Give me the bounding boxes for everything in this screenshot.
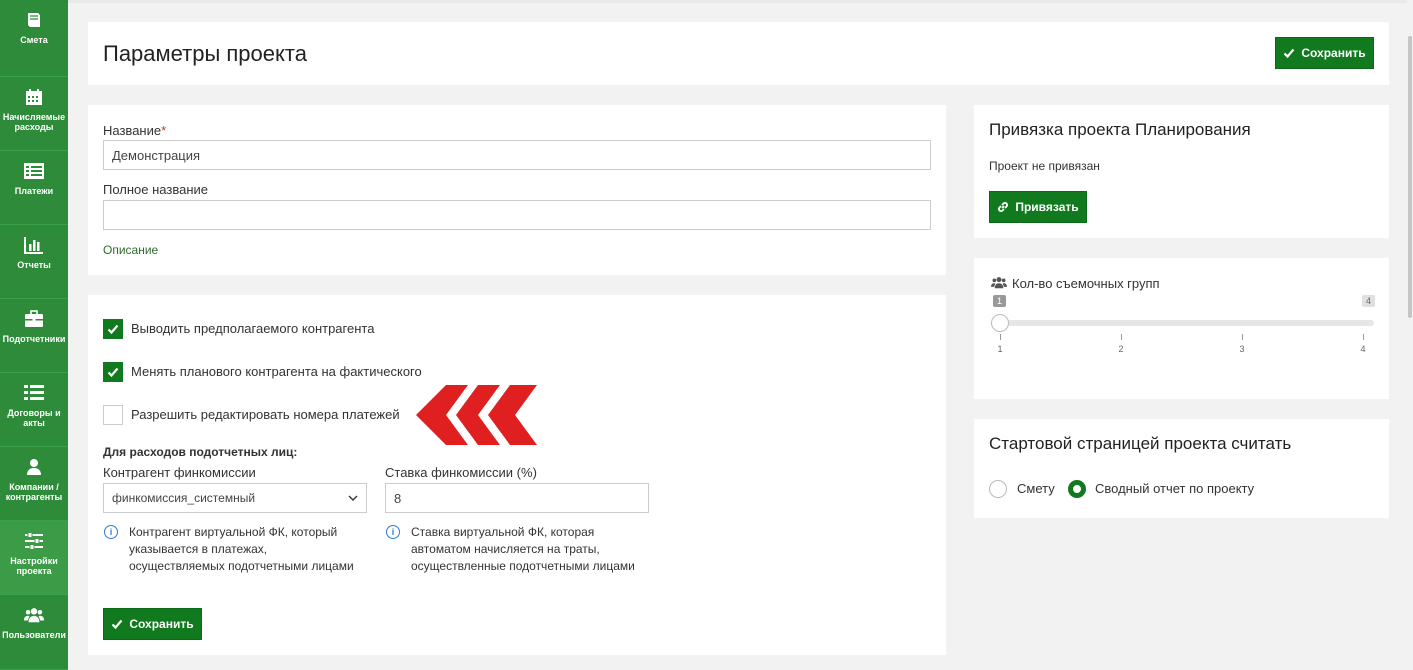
bind-button-label: Привязать <box>1015 200 1079 214</box>
chevron-down-icon <box>348 495 358 501</box>
checkbox-replace-planned-counterparty[interactable] <box>103 362 123 382</box>
sidebar-item-users[interactable]: Пользователи <box>0 595 68 670</box>
counterparty-label: Контрагент финкомиссии <box>103 465 256 480</box>
full-name-input[interactable] <box>103 200 931 230</box>
checkbox-label: Выводить предполагаемого контрагента <box>131 321 375 336</box>
start-page-title: Стартовой страницей проекта считать <box>989 434 1292 453</box>
counterparty-select-value: финкомиссия_системный <box>112 491 256 505</box>
sliders-icon <box>24 531 44 551</box>
list-icon <box>24 383 44 403</box>
description-link[interactable]: Описание <box>103 243 158 257</box>
sidebar-item-label: Настройки проекта <box>10 556 58 576</box>
crews-slider-handle[interactable] <box>991 314 1009 332</box>
rate-label: Ставка финкомиссии (%) <box>385 465 537 480</box>
sidebar-item-label: Отчеты <box>17 260 51 270</box>
sidebar-item-label: Договоры и акты <box>7 408 61 428</box>
check-icon <box>1284 48 1295 59</box>
radio-estimate[interactable] <box>989 480 1007 498</box>
user-icon <box>24 457 44 477</box>
save-button-label: Сохранить <box>1301 46 1366 60</box>
sidebar-item-contracts[interactable]: Договоры и акты <box>0 373 68 447</box>
page-scrollbar[interactable] <box>1407 0 1413 670</box>
sidebar-item-project-settings[interactable]: Настройки проекта <box>0 521 68 595</box>
annotation-arrow-icon <box>416 385 537 445</box>
users-icon <box>24 605 44 625</box>
radio-label: Сводный отчет по проекту <box>1095 481 1255 496</box>
rate-input[interactable]: 8 <box>385 483 649 513</box>
slider-max-badge: 4 <box>1362 295 1376 307</box>
briefcase-icon <box>24 309 44 329</box>
save-button-top[interactable]: Сохранить <box>1275 37 1374 69</box>
name-input[interactable]: Демонстрация <box>103 140 931 170</box>
list-card-icon <box>24 161 44 181</box>
slider-tick <box>1121 334 1122 340</box>
sidebar-item-label: Пользователи <box>2 630 66 640</box>
crews-card: Кол-во съемочных групп 1 4 1 2 3 4 <box>974 258 1389 399</box>
sidebar-item-accrued-expenses[interactable]: Начисляемые расходы <box>0 77 68 151</box>
top-strip <box>68 0 1413 3</box>
sidebar-item-label: Платежи <box>14 186 54 196</box>
sidebar: Смета Начисляемые расходы Платежи Отчеты… <box>0 0 68 670</box>
counterparty-select[interactable]: финкомиссия_системный <box>103 483 367 513</box>
check-icon <box>112 619 123 630</box>
link-icon <box>998 202 1009 212</box>
counterparty-help: Контрагент виртуальной ФК, который указы… <box>129 525 354 573</box>
page-title: Параметры проекта <box>103 41 307 66</box>
slider-tick-label: 4 <box>1360 344 1366 354</box>
sidebar-item-label: Начисляемые расходы <box>2 112 66 132</box>
book-icon <box>24 10 44 30</box>
slider-tick-label: 1 <box>997 344 1003 354</box>
start-page-card: Стартовой страницей проекта считать Смет… <box>974 419 1389 518</box>
radio-summary-report[interactable] <box>1068 480 1086 498</box>
users-icon <box>991 277 1007 289</box>
bind-button[interactable]: Привязать <box>989 191 1087 223</box>
page-scrollbar-thumb[interactable] <box>1408 36 1412 318</box>
planning-title: Привязка проекта Планирования <box>989 120 1251 139</box>
checkbox-label: Разрешить редактировать номера платежей <box>131 407 400 422</box>
calendar-icon <box>24 87 44 107</box>
sidebar-item-label: Подотчетники <box>2 334 66 344</box>
accountable-section-label: Для расходов подотчетных лиц: <box>103 445 298 459</box>
slider-min-badge: 1 <box>993 295 1007 307</box>
name-label: Название* <box>103 123 167 138</box>
save-button-bottom[interactable]: Сохранить <box>103 608 202 640</box>
info-icon: i <box>104 525 118 539</box>
sidebar-item-label: Компании / контрагенты <box>5 482 63 502</box>
check-icon <box>107 367 119 378</box>
required-marker: * <box>161 123 167 138</box>
bar-chart-icon <box>24 235 44 255</box>
checkbox-allow-edit-payment-numbers[interactable] <box>103 405 123 425</box>
slider-tick <box>1363 334 1364 340</box>
sidebar-item-reports[interactable]: Отчеты <box>0 225 68 299</box>
check-icon <box>107 324 119 335</box>
slider-tick <box>1242 334 1243 340</box>
slider-tick-label: 2 <box>1118 344 1124 354</box>
rate-help: Ставка виртуальной ФК, которая автоматом… <box>411 525 635 573</box>
header-card: Параметры проекта Сохранить <box>88 22 1389 85</box>
checkbox-show-expected-counterparty[interactable] <box>103 319 123 339</box>
sidebar-item-accountable-persons[interactable]: Подотчетники <box>0 299 68 373</box>
sidebar-item-payments[interactable]: Платежи <box>0 151 68 225</box>
slider-tick-label: 3 <box>1239 344 1245 354</box>
save-button-label: Сохранить <box>129 617 194 631</box>
slider-tick <box>1000 334 1001 340</box>
name-card: Название* Демонстрация Полное название О… <box>88 105 946 275</box>
sidebar-item-label: Смета <box>20 35 48 45</box>
crews-slider-track[interactable] <box>991 320 1374 326</box>
planning-card: Привязка проекта Планирования Проект не … <box>974 105 1389 238</box>
planning-status: Проект не привязан <box>989 159 1100 173</box>
sidebar-item-companies[interactable]: Компании / контрагенты <box>0 447 68 521</box>
options-card: Выводить предполагаемого контрагента Мен… <box>88 295 946 655</box>
info-icon: i <box>386 525 400 539</box>
sidebar-item-estimate[interactable]: Смета <box>0 0 68 77</box>
crews-title: Кол-во съемочных групп <box>1012 276 1160 291</box>
checkbox-label: Менять планового контрагента на фактичес… <box>131 364 422 379</box>
radio-label: Смету <box>1017 481 1055 496</box>
full-name-label: Полное название <box>103 182 209 197</box>
